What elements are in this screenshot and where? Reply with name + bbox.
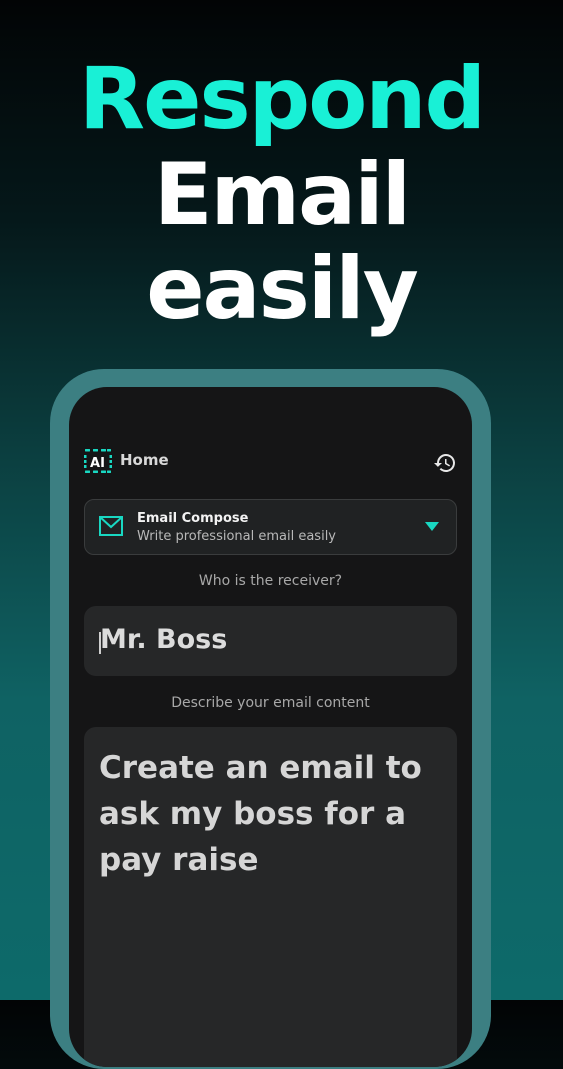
content-label: Describe your email content [171,695,370,711]
ai-logo-icon: AI [84,449,112,473]
receiver-label: Who is the receiver? [198,573,343,589]
headline-respond: Respond [78,49,486,149]
chevron-down-icon [425,522,439,531]
mode-subtitle: Write professional email easily [137,529,336,544]
mode-selector-dropdown[interactable]: Email Compose Write professional email e… [84,499,457,555]
receiver-input[interactable]: Mr. Boss [84,606,457,676]
headline-easily: easily [146,239,419,339]
ai-logo-text: AI [90,456,105,471]
page-title: Home [120,451,169,469]
phone-screen: AI Home Email Compose Write professional… [69,387,472,1067]
app-bar: AI Home [69,387,472,497]
receiver-value: Mr. Boss [100,624,228,655]
headline-email: Email [153,145,411,245]
mode-title: Email Compose [137,511,249,526]
email-content-textarea[interactable]: Create an email to ask my boss for a pay… [84,727,457,1067]
mail-icon [99,516,123,536]
email-content-value: Create an email to ask my boss for a pay… [99,750,422,878]
history-icon[interactable] [433,451,457,475]
